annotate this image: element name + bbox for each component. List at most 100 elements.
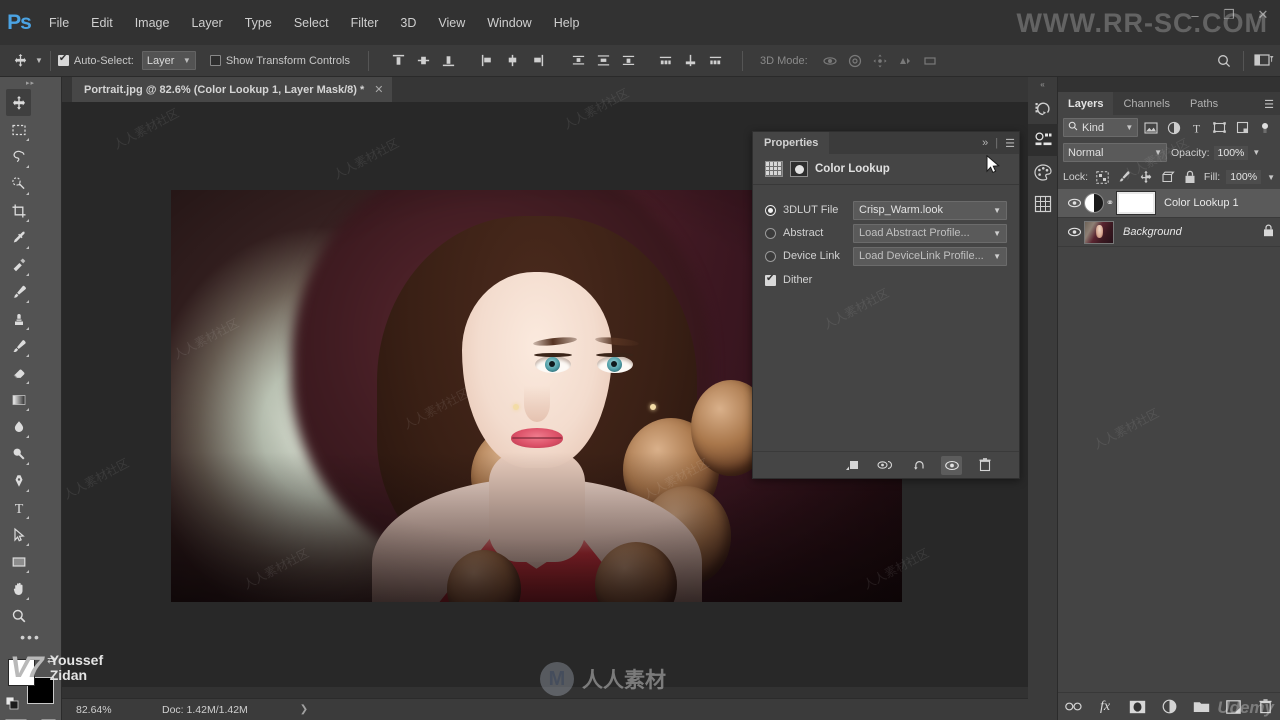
menu-file[interactable]: File <box>38 0 80 45</box>
dither-checkbox[interactable] <box>765 273 776 286</box>
lock-image-pixels-icon[interactable] <box>1116 169 1132 185</box>
move-tool[interactable] <box>6 89 31 116</box>
tab-channels[interactable]: Channels <box>1113 92 1179 115</box>
brush-tool[interactable] <box>6 278 31 305</box>
menu-select[interactable]: Select <box>283 0 340 45</box>
dock-collapse-icon[interactable]: « <box>1028 77 1057 92</box>
lock-position-icon[interactable] <box>1138 169 1154 185</box>
layer-row-color-lookup-1[interactable]: ⚭ Color Lookup 1 <box>1058 189 1280 218</box>
minimize-icon[interactable]: – <box>1178 0 1212 30</box>
distribute-vertical-center-icon[interactable] <box>591 48 616 74</box>
filter-shape-layers-icon[interactable] <box>1210 118 1230 137</box>
align-top-edges-icon[interactable] <box>386 48 411 74</box>
align-right-edges-icon[interactable] <box>525 48 550 74</box>
pen-tool[interactable] <box>6 467 31 494</box>
clone-stamp-tool[interactable] <box>6 305 31 332</box>
document-tab[interactable]: Portrait.jpg @ 82.6% (Color Lookup 1, La… <box>72 77 392 102</box>
trash-icon[interactable] <box>1256 698 1274 716</box>
scale-3d-icon[interactable] <box>918 48 943 74</box>
filter-smart-objects-icon[interactable] <box>1232 118 1252 137</box>
menu-3d[interactable]: 3D <box>389 0 427 45</box>
adjustment-layer-thumbnail[interactable] <box>1084 193 1104 213</box>
layer-mask-icon[interactable] <box>790 161 808 177</box>
eyedropper-tool[interactable] <box>6 224 31 251</box>
filter-adjustment-layers-icon[interactable] <box>1164 118 1184 137</box>
radio-abstract[interactable] <box>765 227 776 239</box>
color-panel-icon[interactable] <box>1028 156 1058 188</box>
toolbar-grip[interactable]: ▸▸ <box>0 77 61 89</box>
menu-window[interactable]: Window <box>476 0 542 45</box>
swap-colors-icon[interactable]: ⇄ <box>47 655 55 666</box>
radio-3dlut-file[interactable] <box>765 204 776 216</box>
lock-artboard-nesting-icon[interactable] <box>1160 169 1176 185</box>
tab-properties[interactable]: Properties <box>753 132 830 154</box>
layer-thumbnail[interactable] <box>1084 220 1114 244</box>
menu-filter[interactable]: Filter <box>340 0 390 45</box>
close-icon[interactable]: ✕ <box>374 83 383 96</box>
align-horizontal-centers-icon[interactable] <box>500 48 525 74</box>
swatches-panel-icon[interactable] <box>1028 188 1058 220</box>
tab-layers[interactable]: Layers <box>1058 92 1114 115</box>
trash-icon[interactable] <box>974 456 995 475</box>
current-tool-preset[interactable]: ▼ <box>8 45 43 77</box>
lasso-tool[interactable] <box>6 143 31 170</box>
reset-arrow-icon[interactable] <box>908 456 929 475</box>
panel-menu-icon[interactable]: ☰ <box>1264 98 1274 111</box>
align-left-edges-icon[interactable] <box>475 48 500 74</box>
eraser-tool[interactable] <box>6 359 31 386</box>
blend-mode-dropdown[interactable]: Normal ▼ <box>1063 143 1167 162</box>
tool-preset-chevron-icon[interactable]: ▼ <box>35 56 43 65</box>
crop-tool[interactable] <box>6 197 31 224</box>
align-bottom-edges-icon[interactable] <box>436 48 461 74</box>
fill-chevron-icon[interactable]: ▼ <box>1267 173 1275 182</box>
menu-layer[interactable]: Layer <box>180 0 233 45</box>
devicelink-profile-dropdown[interactable]: Load DeviceLink Profile... ▼ <box>853 246 1007 266</box>
filter-toggle-icon[interactable] <box>1255 118 1275 137</box>
menu-view[interactable]: View <box>427 0 476 45</box>
fx-icon[interactable]: fx <box>1096 698 1114 716</box>
opacity-chevron-icon[interactable]: ▼ <box>1252 148 1260 157</box>
distribute-bottom-icon[interactable] <box>616 48 641 74</box>
foreground-color-swatch[interactable] <box>7 659 35 686</box>
restore-icon[interactable]: ❐ <box>1212 0 1246 30</box>
horizontal-type-tool[interactable]: T <box>6 494 31 521</box>
path-selection-tool[interactable] <box>6 521 31 548</box>
blur-tool[interactable] <box>6 413 31 440</box>
eye-previous-icon[interactable] <box>875 456 896 475</box>
auto-select-scope-dropdown[interactable]: Layer ▼ <box>141 51 196 70</box>
quick-selection-tool[interactable] <box>6 170 31 197</box>
radio-device-link[interactable] <box>765 250 776 262</box>
panel-menu-icon[interactable]: ☰ <box>1005 137 1015 150</box>
align-vertical-centers-icon[interactable] <box>411 48 436 74</box>
spot-healing-brush-tool[interactable] <box>6 251 31 278</box>
filter-pixel-layers-icon[interactable] <box>1141 118 1161 137</box>
distribute-top-icon[interactable] <box>566 48 591 74</box>
mask-icon[interactable] <box>1128 698 1146 716</box>
rectangular-marquee-tool[interactable] <box>6 116 31 143</box>
clip-to-layer-icon[interactable] <box>842 456 863 475</box>
chevron-right-icon[interactable]: ❯ <box>300 704 308 715</box>
eye-icon[interactable] <box>1064 227 1084 237</box>
distribute-horizontal-center-icon[interactable] <box>678 48 703 74</box>
rectangle-tool[interactable] <box>6 548 31 575</box>
history-brush-tool[interactable] <box>6 332 31 359</box>
auto-select-option[interactable]: Auto-Select: <box>57 45 134 77</box>
gradient-tool[interactable] <box>6 386 31 413</box>
roll-3d-icon[interactable] <box>843 48 868 74</box>
menu-edit[interactable]: Edit <box>80 0 124 45</box>
zoom-level[interactable]: 82.64% <box>76 704 162 716</box>
workspace-switcher-icon[interactable] <box>1251 48 1276 74</box>
eye-icon[interactable] <box>1064 198 1084 208</box>
opacity-value[interactable]: 100% <box>1213 145 1249 160</box>
distribute-left-icon[interactable] <box>653 48 678 74</box>
filter-type-layers-icon[interactable]: T <box>1187 118 1207 137</box>
3dlut-file-dropdown[interactable]: Crisp_Warm.look ▼ <box>853 200 1007 220</box>
menu-image[interactable]: Image <box>124 0 181 45</box>
abstract-profile-dropdown[interactable]: Load Abstract Profile... ▼ <box>853 223 1007 243</box>
default-colors-icon[interactable] <box>5 696 19 710</box>
eye-icon[interactable] <box>941 455 962 475</box>
search-icon[interactable] <box>1211 48 1236 74</box>
adjustment-circle-icon[interactable] <box>1160 698 1178 716</box>
lock-all-icon[interactable] <box>1182 169 1198 185</box>
new-layer-icon[interactable] <box>1224 698 1242 716</box>
